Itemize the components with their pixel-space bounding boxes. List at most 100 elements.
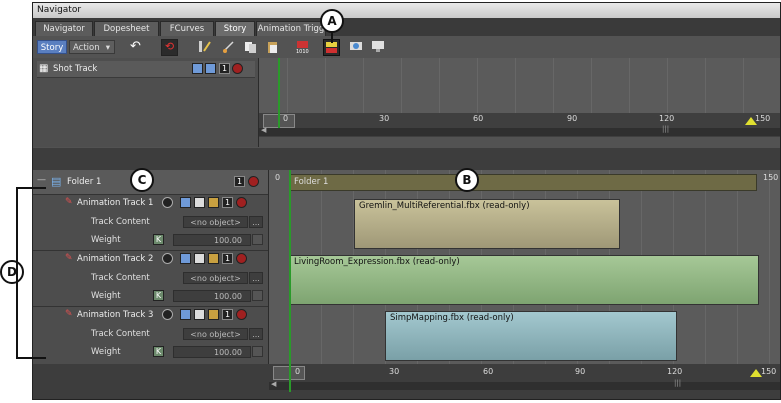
track-row[interactable]: ✎ Animation Track 2 1 Track Content <no … <box>33 250 268 307</box>
folder-icon: ▤ <box>51 175 62 188</box>
upper-tick-label: 120 <box>659 114 675 123</box>
track-list: — ▤ Folder 1 1 ✎ Animation Track 1 1 Tra… <box>33 170 269 364</box>
weight-spin-button[interactable] <box>252 290 263 301</box>
shot-mute-icon[interactable] <box>232 63 243 74</box>
track-content-more-button[interactable]: ... <box>249 216 263 228</box>
clip-simpmapping[interactable]: SimpMapping.fbx (read-only) <box>385 311 677 361</box>
paste-icon[interactable] <box>265 39 280 54</box>
track-content-label: Track Content <box>91 273 150 283</box>
camera-icon[interactable] <box>349 39 364 54</box>
folder-label: Folder 1 <box>67 177 102 187</box>
action-mode-dropdown[interactable]: Action ▾ <box>69 40 115 54</box>
track-content-field[interactable]: <no object> <box>183 216 248 228</box>
eye-icon[interactable] <box>194 253 205 264</box>
track-record-icon[interactable] <box>162 197 173 208</box>
upper-time-ruler[interactable]: 0 30 60 90 120 150 ◀ ||| <box>259 113 780 137</box>
copy-icon[interactable] <box>243 39 258 54</box>
cut-icon[interactable] <box>221 39 236 54</box>
chevron-down-icon: ▾ <box>105 43 110 53</box>
upper-tick-label: 150 <box>755 114 771 123</box>
tab-navigator[interactable]: Navigator <box>35 21 93 36</box>
undo-arrow-icon[interactable]: ↶ <box>130 39 145 54</box>
track-content-label: Track Content <box>91 217 150 227</box>
lock-icon[interactable] <box>208 309 219 320</box>
tab-story[interactable]: Story <box>215 21 255 36</box>
tab-fcurves[interactable]: FCurves <box>160 21 214 36</box>
key-button[interactable]: K <box>153 234 164 245</box>
clip-livingroom[interactable]: LivingRoom_Expression.fbx (read-only) <box>289 255 759 305</box>
clip-gremlin[interactable]: Gremlin_MultiReferential.fbx (read-only) <box>354 199 620 249</box>
monitor-icon[interactable] <box>371 39 386 54</box>
film-strip-icon: ▦ <box>39 63 49 74</box>
key-button[interactable]: K <box>153 346 164 357</box>
weight-spin-button[interactable] <box>252 346 263 357</box>
story-playhead[interactable] <box>289 170 291 364</box>
record-icon[interactable]: ⟲ <box>161 39 178 56</box>
folder-clip[interactable]: Folder 1 <box>289 174 757 191</box>
story-mode-button[interactable]: Story <box>37 40 67 54</box>
weight-field[interactable]: 100.00 <box>173 234 251 246</box>
shot-view-toggle-2[interactable] <box>205 63 216 74</box>
brush-icon[interactable] <box>197 39 212 54</box>
track-name: Animation Track 1 <box>77 198 154 208</box>
folder-mute-icon[interactable] <box>248 176 259 187</box>
track-content-field[interactable]: <no object> <box>183 272 248 284</box>
track-row[interactable]: ✎ Animation Track 3 1 Track Content <no … <box>33 306 268 362</box>
upper-scroll-thumb[interactable]: ||| <box>662 125 669 133</box>
track-content-more-button[interactable]: ... <box>249 328 263 340</box>
weight-spin-button[interactable] <box>252 234 263 245</box>
lower-time-ruler[interactable]: 0 30 60 90 120 150 ◀ ||| <box>33 364 780 399</box>
track-record-icon[interactable] <box>162 253 173 264</box>
track-record-icon[interactable] <box>162 309 173 320</box>
track-solo-toggle[interactable]: 1 <box>222 197 233 208</box>
track-content-more-button[interactable]: ... <box>249 272 263 284</box>
track-solo-toggle[interactable]: 1 <box>222 309 233 320</box>
scroll-left-icon[interactable]: ◀ <box>261 126 266 134</box>
shot-solo-toggle[interactable]: 1 <box>219 63 230 74</box>
collapse-icon[interactable]: — <box>37 175 46 185</box>
lower-playhead[interactable] <box>289 364 291 392</box>
callout-d-bracket <box>16 187 46 359</box>
tab-bar: Navigator Dopesheet FCurves Story Animat… <box>33 18 780 36</box>
track-content-field[interactable]: <no object> <box>183 328 248 340</box>
track-solo-toggle[interactable]: 1 <box>222 253 233 264</box>
upper-scrollbar[interactable]: ◀ ||| <box>259 125 780 136</box>
track-mute-icon[interactable] <box>236 309 247 320</box>
lock-icon[interactable] <box>208 197 219 208</box>
eye-icon[interactable] <box>194 309 205 320</box>
shot-track-row[interactable]: ▦ Shot Track 1 <box>37 61 255 78</box>
lower-tick-label: 150 <box>761 367 777 376</box>
svg-text:1010: 1010 <box>296 49 309 54</box>
tab-animation-trigger[interactable]: Animation Trigg <box>256 21 326 36</box>
folder-solo-toggle[interactable]: 1 <box>234 176 245 187</box>
track-ghost-icon[interactable] <box>180 197 191 208</box>
eye-icon[interactable] <box>194 197 205 208</box>
shot-track-timeline[interactable] <box>259 58 780 113</box>
lock-icon[interactable] <box>208 253 219 264</box>
lower-tick-label: 90 <box>575 367 586 376</box>
weight-field[interactable]: 100.00 <box>173 346 251 358</box>
scroll-left-icon[interactable]: ◀ <box>271 380 276 388</box>
track-ghost-icon[interactable] <box>180 253 191 264</box>
key-button[interactable]: K <box>153 290 164 301</box>
end-marker-icon[interactable] <box>750 369 762 377</box>
weight-label: Weight <box>91 291 121 301</box>
track-row[interactable]: ✎ Animation Track 1 1 Track Content <no … <box>33 194 268 251</box>
tab-dopesheet[interactable]: Dopesheet <box>94 21 159 36</box>
upper-playhead[interactable] <box>278 58 280 128</box>
binary-icon[interactable]: 1010 <box>295 39 310 55</box>
callout-c: C <box>130 168 154 192</box>
end-marker-icon[interactable] <box>745 117 757 125</box>
animation-track-icon: ✎ <box>65 197 73 207</box>
story-timeline[interactable]: 0 150 Folder 1 Gremlin_MultiReferential.… <box>269 170 780 364</box>
lower-tick-label: 60 <box>483 367 494 376</box>
track-mute-icon[interactable] <box>236 253 247 264</box>
track-mute-icon[interactable] <box>236 197 247 208</box>
lower-scrollbar[interactable]: ◀ ||| <box>269 379 780 390</box>
track-ghost-icon[interactable] <box>180 309 191 320</box>
upper-tick-label: 60 <box>473 114 484 123</box>
shot-track-area: ▦ Shot Track 1 0 30 60 90 120 150 ◀ ||| <box>33 58 780 148</box>
shot-view-toggle-1[interactable] <box>192 63 203 74</box>
weight-field[interactable]: 100.00 <box>173 290 251 302</box>
lower-scroll-thumb[interactable]: ||| <box>674 379 681 387</box>
